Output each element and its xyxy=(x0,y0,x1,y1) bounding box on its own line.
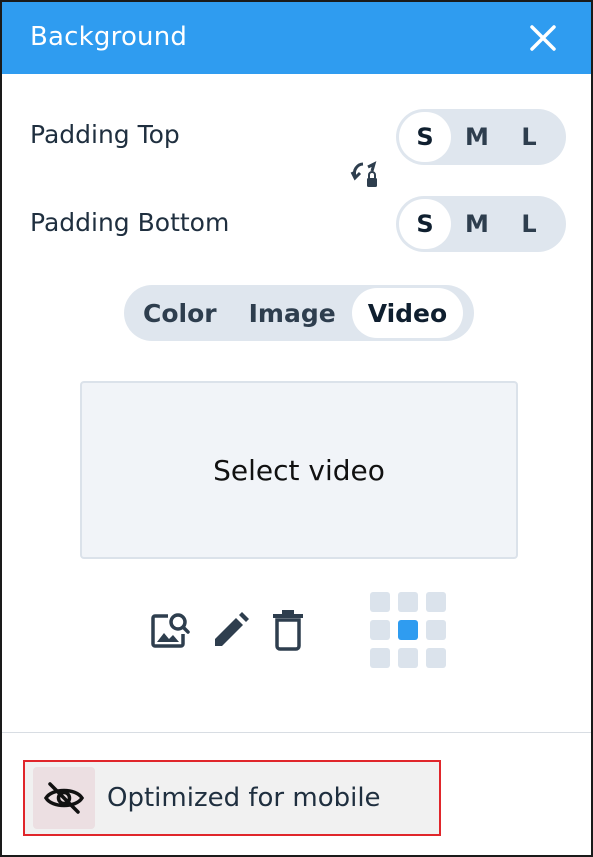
background-type-tabs: Color Image Video xyxy=(124,285,474,341)
position-bottom-center[interactable] xyxy=(398,648,418,668)
position-center[interactable] xyxy=(398,620,418,640)
panel-title: Background xyxy=(30,22,188,52)
eye-off-icon-wrapper xyxy=(33,767,95,829)
padding-bottom-m[interactable]: M xyxy=(451,199,503,249)
select-video-label: Select video xyxy=(213,453,385,487)
background-panel: Background Padding Top S M L Padding Bot… xyxy=(0,0,593,857)
padding-bottom-l[interactable]: L xyxy=(503,199,555,249)
image-search-icon[interactable] xyxy=(150,608,190,652)
position-top-right[interactable] xyxy=(426,592,446,612)
padding-top-l[interactable]: L xyxy=(503,112,555,162)
optimized-for-mobile-button[interactable]: Optimized for mobile xyxy=(23,760,441,836)
padding-bottom-label: Padding Bottom xyxy=(30,208,230,237)
position-middle-left[interactable] xyxy=(370,620,390,640)
padding-bottom-s[interactable]: S xyxy=(399,199,451,249)
tab-color[interactable]: Color xyxy=(127,288,233,338)
eye-off-icon xyxy=(43,782,85,814)
padding-top-label: Padding Top xyxy=(30,120,180,149)
tab-video[interactable]: Video xyxy=(351,288,464,338)
tab-image[interactable]: Image xyxy=(233,288,352,338)
position-grid xyxy=(370,592,446,668)
padding-bottom-selector: S M L xyxy=(396,196,566,252)
select-video-button[interactable]: Select video xyxy=(80,381,518,559)
pencil-icon[interactable] xyxy=(210,608,250,652)
trash-icon[interactable] xyxy=(268,608,308,652)
divider xyxy=(2,732,591,733)
position-middle-right[interactable] xyxy=(426,620,446,640)
position-top-center[interactable] xyxy=(398,592,418,612)
position-bottom-left[interactable] xyxy=(370,648,390,668)
optimized-for-mobile-label: Optimized for mobile xyxy=(107,783,381,813)
panel-header: Background xyxy=(2,2,591,74)
position-top-left[interactable] xyxy=(370,592,390,612)
close-icon[interactable] xyxy=(529,24,557,52)
padding-top-selector: S M L xyxy=(396,109,566,165)
position-bottom-right[interactable] xyxy=(426,648,446,668)
padding-top-m[interactable]: M xyxy=(451,112,503,162)
sync-lock-icon[interactable] xyxy=(350,159,380,189)
padding-top-s[interactable]: S xyxy=(399,112,451,162)
